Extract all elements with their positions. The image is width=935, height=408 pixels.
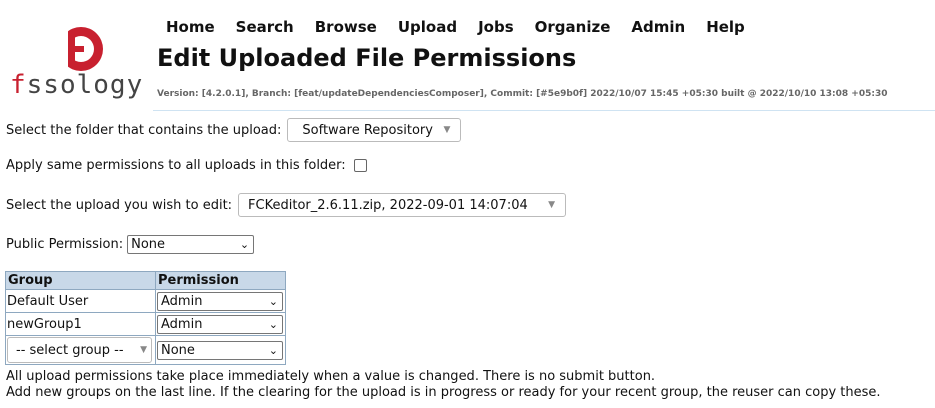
page-title: Edit Uploaded File Permissions xyxy=(157,44,577,72)
chevron-down-icon: ▼ xyxy=(443,125,451,135)
table-row: Default User Admin ⌄ xyxy=(5,289,286,313)
permissions-table: Group Permission Default User Admin ⌄ ne… xyxy=(5,271,286,365)
permission-select[interactable]: Admin ⌄ xyxy=(157,291,283,311)
upload-label: Select the upload you wish to edit: xyxy=(6,197,233,213)
menu-item-home[interactable]: Home xyxy=(166,18,215,36)
upload-select-value: FCKeditor_2.6.11.zip, 2022-09-01 14:07:0… xyxy=(248,197,528,213)
upload-select[interactable]: FCKeditor_2.6.11.zip, 2022-09-01 14:07:0… xyxy=(238,193,567,217)
public-permission-value: None xyxy=(131,237,166,252)
permission-column-header: Permission xyxy=(155,271,286,290)
new-group-placeholder: -- select group -- xyxy=(16,342,124,358)
menu-item-help[interactable]: Help xyxy=(706,18,745,36)
menu-item-organize[interactable]: Organize xyxy=(535,18,611,36)
upload-row: Select the upload you wish to edit: FCKe… xyxy=(6,193,567,217)
apply-all-label: Apply same permissions to all uploads in… xyxy=(6,158,346,173)
apply-all-row: Apply same permissions to all uploads in… xyxy=(6,158,367,173)
menu-item-jobs[interactable]: Jobs xyxy=(478,18,514,36)
chevron-down-icon: ▼ xyxy=(548,200,556,210)
chevron-down-icon: ⌄ xyxy=(268,294,278,308)
permission-select[interactable]: Admin ⌄ xyxy=(157,314,283,334)
note-add-groups: Add new groups on the last line. If the … xyxy=(6,385,881,400)
new-permission-select[interactable]: None ⌄ xyxy=(157,340,283,360)
note-immediate: All upload permissions take place immedi… xyxy=(6,369,656,384)
menu-item-browse[interactable]: Browse xyxy=(315,18,377,36)
table-header-row: Group Permission xyxy=(5,271,286,290)
public-permission-select[interactable]: None ⌄ xyxy=(127,235,255,254)
chevron-down-icon: ▼ xyxy=(140,345,147,355)
table-row: newGroup1 Admin ⌄ xyxy=(5,312,286,336)
group-column-header: Group xyxy=(5,271,156,290)
table-row-new: -- select group -- ▼ None ⌄ xyxy=(5,335,286,365)
new-permission-value: None xyxy=(161,342,195,358)
group-cell: Default User xyxy=(5,289,156,313)
fossology-logo[interactable]: fssology xyxy=(8,26,153,102)
fossology-logo-mark-icon xyxy=(58,26,103,72)
menu-item-search[interactable]: Search xyxy=(236,18,294,36)
chevron-down-icon: ⌄ xyxy=(239,238,250,251)
version-info: Version: [4.2.0.1], Branch: [feat/update… xyxy=(157,89,888,99)
permission-value: Admin xyxy=(161,293,203,309)
apply-all-checkbox[interactable] xyxy=(353,159,367,172)
group-cell: -- select group -- ▼ xyxy=(5,335,156,365)
public-permission-label: Public Permission: xyxy=(6,237,124,252)
permission-cell: Admin ⌄ xyxy=(155,289,286,313)
permission-value: Admin xyxy=(161,316,203,332)
chevron-down-icon: ⌄ xyxy=(268,343,278,357)
group-cell: newGroup1 xyxy=(5,312,156,336)
menu-item-admin[interactable]: Admin xyxy=(631,18,685,36)
folder-label: Select the folder that contains the uplo… xyxy=(6,122,282,138)
chevron-down-icon: ⌄ xyxy=(268,317,278,331)
logo-wordmark: fssology xyxy=(10,70,144,100)
main-menu: Home Search Browse Upload Jobs Organize … xyxy=(166,18,766,36)
permission-cell: None ⌄ xyxy=(155,335,286,365)
folder-select-value: Software Repository xyxy=(302,122,433,138)
public-permission-row: Public Permission: None ⌄ xyxy=(6,235,255,254)
permission-cell: Admin ⌄ xyxy=(155,312,286,336)
header-divider xyxy=(153,110,935,111)
menu-item-upload[interactable]: Upload xyxy=(398,18,457,36)
folder-row: Select the folder that contains the uplo… xyxy=(6,118,462,142)
new-group-select[interactable]: -- select group -- ▼ xyxy=(7,337,152,363)
folder-select[interactable]: Software Repository ▼ xyxy=(287,118,462,142)
